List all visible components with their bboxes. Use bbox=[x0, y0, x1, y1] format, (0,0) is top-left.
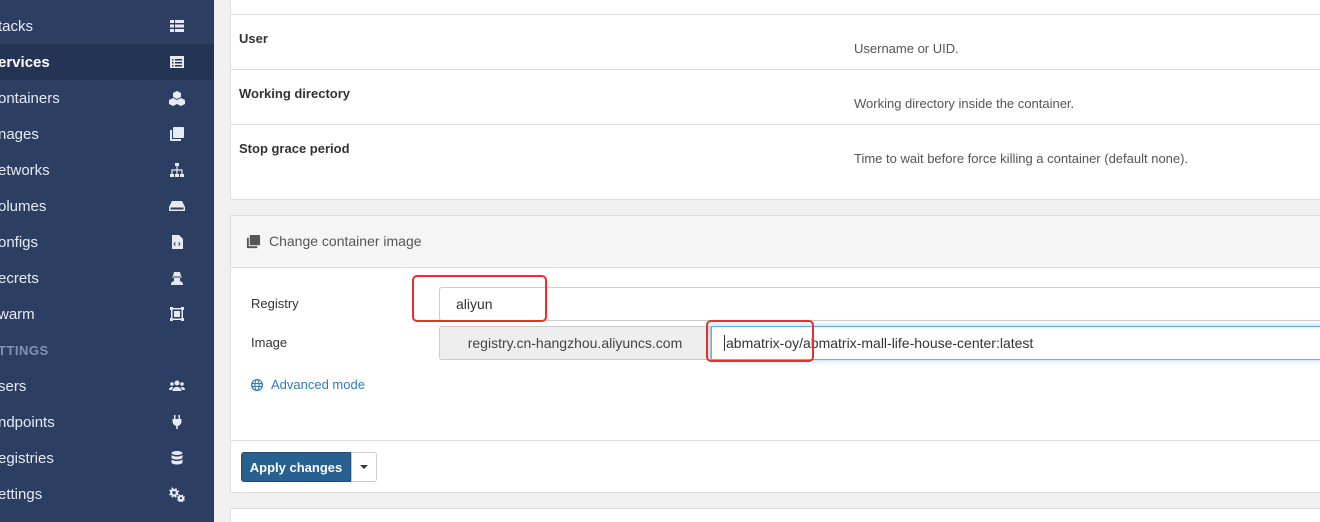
sidebar-item-swarm[interactable]: warm bbox=[0, 296, 214, 332]
sidebar-item-label: ecrets bbox=[0, 269, 39, 287]
sidebar-item-label: ontainers bbox=[0, 89, 60, 107]
sidebar-item-label: ndpoints bbox=[0, 413, 55, 431]
cubes-icon bbox=[168, 89, 186, 107]
sidebar-item-label: onfigs bbox=[0, 233, 39, 251]
panel-header: Change container image bbox=[231, 216, 1320, 268]
object-group-icon bbox=[168, 305, 186, 323]
config-row-help: Working directory inside the container. bbox=[854, 96, 1075, 111]
sidebar-item-label: egistries bbox=[0, 449, 54, 467]
sidebar-item-label: warm bbox=[0, 305, 35, 323]
sidebar-item-settings[interactable]: ettings bbox=[0, 476, 214, 512]
advanced-mode-link[interactable]: Advanced mode bbox=[251, 377, 365, 392]
sidebar-item-configs[interactable]: onfigs bbox=[0, 224, 214, 260]
user-secret-icon bbox=[168, 269, 186, 287]
sidebar-item-stacks[interactable]: tacks bbox=[0, 8, 214, 44]
sidebar-item-services[interactable]: ervices bbox=[0, 44, 214, 80]
cogs-icon bbox=[168, 485, 186, 503]
sidebar-item-label: ettings bbox=[0, 485, 43, 503]
sidebar-item-registries[interactable]: egistries bbox=[0, 440, 214, 476]
sidebar-item-images[interactable]: nages bbox=[0, 116, 214, 152]
sidebar: tacks ervices ontainers nages etworks ol… bbox=[0, 0, 214, 522]
database-icon bbox=[168, 449, 186, 467]
clone-icon bbox=[246, 234, 262, 250]
image-label: Image bbox=[251, 335, 288, 350]
globe-icon bbox=[251, 378, 263, 391]
sidebar-item-users[interactable]: sers bbox=[0, 368, 214, 404]
panel-footer: Apply changes bbox=[231, 440, 1320, 494]
sidebar-item-label: ervices bbox=[0, 53, 50, 71]
clone-icon bbox=[168, 125, 186, 143]
apply-changes-button[interactable]: Apply changes bbox=[241, 452, 351, 482]
th-list-icon bbox=[168, 17, 186, 35]
config-row-help: Time to wait before force killing a cont… bbox=[854, 151, 1189, 166]
apply-options-dropdown[interactable] bbox=[351, 452, 377, 482]
config-row-user: User Username or UID. bbox=[231, 14, 1320, 69]
advanced-mode-label: Advanced mode bbox=[271, 377, 365, 392]
list-alt-icon bbox=[168, 53, 186, 71]
users-icon bbox=[168, 377, 186, 395]
registry-select[interactable]: aliyun bbox=[439, 287, 1320, 321]
container-config-panel: User Username or UID. Working directory … bbox=[230, 0, 1320, 200]
text-cursor bbox=[724, 335, 725, 351]
config-row-label: User bbox=[239, 31, 268, 46]
sidebar-item-label: olumes bbox=[0, 197, 47, 215]
config-row-stop-grace-period: Stop grace period Time to wait before fo… bbox=[231, 124, 1320, 179]
config-row-help: Username or UID. bbox=[854, 41, 959, 56]
config-row-label: Working directory bbox=[239, 86, 351, 101]
sidebar-item-endpoints[interactable]: ndpoints bbox=[0, 404, 214, 440]
caret-down-icon bbox=[360, 465, 368, 469]
sidebar-item-volumes[interactable]: olumes bbox=[0, 188, 214, 224]
hdd-icon bbox=[168, 197, 186, 215]
sitemap-icon bbox=[168, 161, 186, 179]
sidebar-item-label: nages bbox=[0, 125, 39, 143]
file-code-icon bbox=[168, 233, 186, 251]
sidebar-item-label: etworks bbox=[0, 161, 50, 179]
main-content: User Username or UID. Working directory … bbox=[214, 0, 1320, 522]
registry-label: Registry bbox=[251, 296, 299, 311]
sidebar-item-secrets[interactable]: ecrets bbox=[0, 260, 214, 296]
sidebar-item-label: tacks bbox=[0, 17, 34, 35]
change-image-panel: Change container image Registry aliyun I… bbox=[230, 215, 1320, 493]
config-row-working-directory: Working directory Working directory insi… bbox=[231, 69, 1320, 124]
image-input[interactable]: abmatrix-oy/abmatrix-mall-life-house-cen… bbox=[711, 326, 1320, 360]
config-row-label: Stop grace period bbox=[239, 141, 350, 156]
registry-url-addon: registry.cn-hangzhou.aliyuncs.com bbox=[439, 326, 711, 360]
settings-heading: TTINGS bbox=[0, 343, 49, 358]
plug-icon bbox=[168, 413, 186, 431]
sidebar-item-label: sers bbox=[0, 377, 27, 395]
sidebar-item-containers[interactable]: ontainers bbox=[0, 80, 214, 116]
image-input-value: abmatrix-oy/abmatrix-mall-life-house-cen… bbox=[726, 335, 1034, 351]
sidebar-item-networks[interactable]: etworks bbox=[0, 152, 214, 188]
panel-title: Change container image bbox=[269, 233, 422, 249]
next-panel bbox=[230, 508, 1320, 522]
